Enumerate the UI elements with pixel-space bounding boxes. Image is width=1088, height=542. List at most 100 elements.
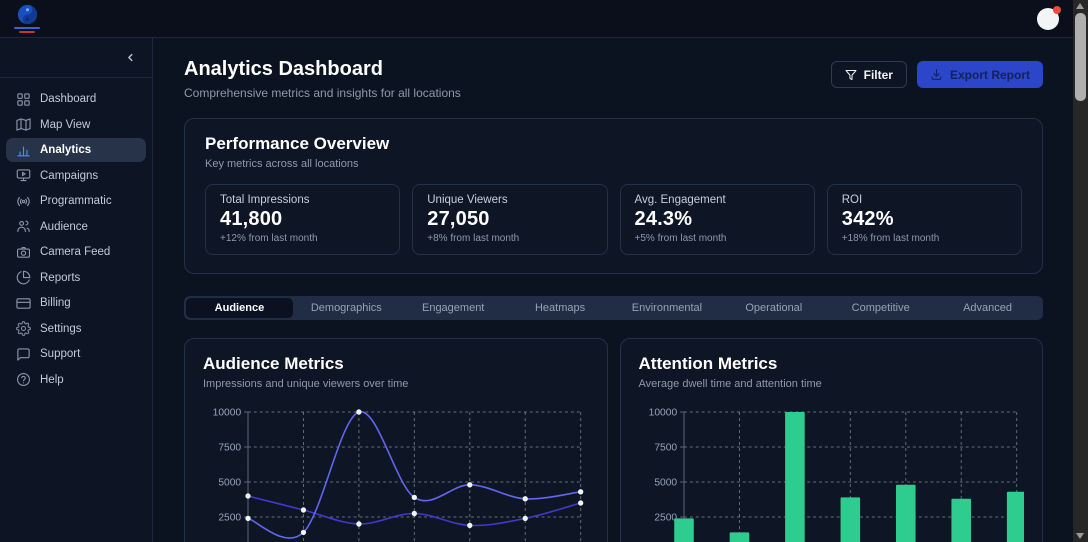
chart-canvas: .grid{stroke:#cfd8e6;stroke-opacity:.45;… xyxy=(203,404,589,542)
metric-label: Total Impressions xyxy=(220,194,310,206)
sidebar-item-audience[interactable]: Audience xyxy=(6,215,146,239)
sidebar-item-campaigns[interactable]: Campaigns xyxy=(6,164,146,188)
section-subtitle: Key metrics across all locations xyxy=(205,158,359,170)
metric-change: +18% from last month xyxy=(841,233,940,244)
logo-subtext-line xyxy=(19,31,35,33)
tab-bar: Audience Demographics Engagement Heatmap… xyxy=(184,296,1043,320)
sidebar-item-label: Camera Feed xyxy=(40,246,111,258)
svg-text:10000: 10000 xyxy=(213,407,242,418)
gear-icon xyxy=(16,321,31,336)
tab-operational[interactable]: Operational xyxy=(720,298,827,318)
grid-icon xyxy=(17,92,30,106)
user-avatar[interactable] xyxy=(1037,5,1061,30)
sidebar: Dashboard Map View Analytics Campaigns P… xyxy=(0,38,153,542)
main-content: Analytics Dashboard Comprehensive metric… xyxy=(154,38,1073,542)
tab-demographics[interactable]: Demographics xyxy=(293,298,400,318)
metric-value: 41,800 xyxy=(220,208,283,230)
metric-label: ROI xyxy=(841,194,863,206)
chevron-left-icon xyxy=(127,53,133,62)
sidebar-collapse-button[interactable] xyxy=(120,48,140,68)
pie-chart-icon xyxy=(16,270,31,285)
sidebar-item-billing[interactable]: Billing xyxy=(6,291,146,315)
map-icon xyxy=(16,118,31,131)
charts-row: Audience Metrics Impressions and unique … xyxy=(184,338,1043,542)
scrollbar-thumb[interactable] xyxy=(1075,13,1086,101)
sidebar-item-settings[interactable]: Settings xyxy=(6,317,146,341)
metric-label: Avg. Engagement xyxy=(634,194,726,206)
sidebar-item-map-view[interactable]: Map View xyxy=(6,113,146,137)
metric-value: 342% xyxy=(841,208,894,230)
tab-heatmaps[interactable]: Heatmaps xyxy=(507,298,614,318)
export-report-button[interactable]: Export Report xyxy=(916,61,1043,88)
chart-canvas: .grid{stroke:#cfd8e6;stroke-opacity:.45;… xyxy=(639,404,1026,542)
download-icon xyxy=(931,69,942,80)
metric-card-unique-viewers: Unique Viewers 27,050 +8% from last mont… xyxy=(412,184,608,255)
page-scrollbar[interactable] xyxy=(1073,0,1088,542)
scrollbar-down-arrow[interactable] xyxy=(1076,533,1084,539)
sidebar-item-label: Help xyxy=(40,373,64,386)
sidebar-item-label: Support xyxy=(40,348,81,360)
svg-text:2500: 2500 xyxy=(654,512,677,523)
metric-value: 24.3% xyxy=(634,208,693,230)
chart-subtitle: Average dwell time and attention time xyxy=(638,378,822,390)
tab-engagement[interactable]: Engagement xyxy=(400,298,507,318)
camera-icon xyxy=(17,246,30,258)
page-subtitle: Comprehensive metrics and insights for a… xyxy=(184,86,461,100)
topbar xyxy=(0,0,1073,38)
metric-card-total-impressions: Total Impressions 41,800 +12% from last … xyxy=(205,184,401,255)
attention-metrics-card: Attention Metrics Average dwell time and… xyxy=(619,338,1043,542)
chart-title: Audience Metrics xyxy=(203,354,344,373)
svg-text:7500: 7500 xyxy=(218,442,241,453)
sidebar-item-programmatic[interactable]: Programmatic xyxy=(6,189,146,213)
sidebar-item-label: Billing xyxy=(40,297,71,309)
metrics-row: Total Impressions 41,800 +12% from last … xyxy=(205,184,1022,255)
sidebar-item-label: Programmatic xyxy=(40,195,112,207)
sidebar-nav: Dashboard Map View Analytics Campaigns P… xyxy=(0,78,152,402)
metric-change: +8% from last month xyxy=(427,233,520,244)
sidebar-item-label: Campaigns xyxy=(40,169,99,182)
help-circle-icon xyxy=(17,373,30,386)
sidebar-item-camera-feed[interactable]: Camera Feed xyxy=(6,240,146,264)
logo-text-line xyxy=(14,27,40,29)
tab-environmental[interactable]: Environmental xyxy=(614,298,721,318)
svg-text:10000: 10000 xyxy=(648,407,677,418)
funnel-icon xyxy=(845,69,857,80)
section-title: Performance Overview xyxy=(205,134,390,153)
tab-advanced[interactable]: Advanced xyxy=(934,298,1041,318)
logo-emblem-icon xyxy=(17,4,37,25)
notification-dot xyxy=(1053,5,1061,14)
credit-card-icon xyxy=(16,297,31,309)
page-title: Analytics Dashboard xyxy=(184,58,383,80)
sidebar-item-label: Analytics xyxy=(40,144,92,156)
sidebar-item-analytics[interactable]: Analytics xyxy=(6,138,146,162)
metric-value: 27,050 xyxy=(427,208,490,230)
app: Dashboard Map View Analytics Campaigns P… xyxy=(0,0,1088,542)
sidebar-item-label: Dashboard xyxy=(40,93,97,105)
filter-button[interactable]: Filter xyxy=(830,61,907,88)
company-logo[interactable] xyxy=(14,4,40,33)
bar-chart-icon xyxy=(17,146,30,156)
svg-text:2500: 2500 xyxy=(218,512,241,523)
svg-text:7500: 7500 xyxy=(654,442,677,453)
audience-metrics-card: Audience Metrics Impressions and unique … xyxy=(184,338,608,542)
metric-change: +5% from last month xyxy=(634,233,727,244)
sidebar-item-help[interactable]: Help xyxy=(6,368,146,392)
svg-text:5000: 5000 xyxy=(218,477,241,488)
scrollbar-up-arrow[interactable] xyxy=(1076,3,1084,9)
tab-audience[interactable]: Audience xyxy=(186,298,293,318)
metric-card-avg-engagement: Avg. Engagement 24.3% +5% from last mont… xyxy=(619,184,815,255)
performance-overview-card: Performance Overview Key metrics across … xyxy=(184,118,1043,274)
sidebar-item-label: Map View xyxy=(40,118,91,131)
sidebar-item-dashboard[interactable]: Dashboard xyxy=(6,87,146,111)
message-icon xyxy=(17,347,30,361)
sidebar-item-support[interactable]: Support xyxy=(6,342,146,366)
chart-title: Attention Metrics xyxy=(638,354,778,373)
sidebar-item-label: Settings xyxy=(40,322,82,335)
tab-competitive[interactable]: Competitive xyxy=(827,298,934,318)
sidebar-item-reports[interactable]: Reports xyxy=(6,266,146,290)
sidebar-item-label: Reports xyxy=(40,271,81,284)
chart-subtitle: Impressions and unique viewers over time xyxy=(203,378,409,390)
sidebar-item-label: Audience xyxy=(40,220,88,233)
monitor-play-icon xyxy=(16,169,31,182)
broadcast-icon xyxy=(17,196,30,206)
